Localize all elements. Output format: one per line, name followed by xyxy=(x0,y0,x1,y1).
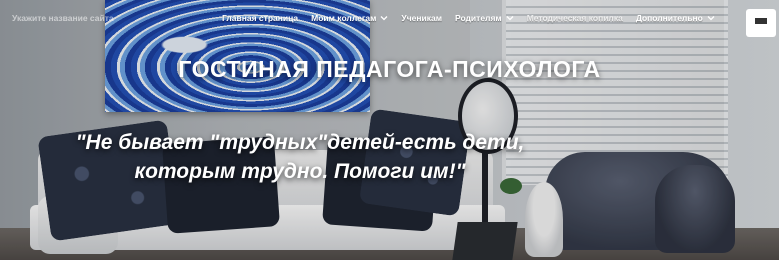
menu-item-additional[interactable]: Дополнительно xyxy=(636,13,715,23)
main-menu: Главная страница Моим коллегам Ученикам … xyxy=(222,13,728,23)
chevron-down-icon xyxy=(506,14,514,22)
menu-item-colleagues[interactable]: Моим коллегам xyxy=(311,13,388,23)
menu-toggle-button[interactable] xyxy=(746,9,776,37)
hero-banner: Укажите название сайта Главная страница … xyxy=(0,0,779,260)
chevron-down-icon xyxy=(380,14,388,22)
menu-item-home[interactable]: Главная страница xyxy=(222,13,298,23)
top-navigation: Укажите название сайта Главная страница … xyxy=(0,0,779,40)
menu-item-students[interactable]: Ученикам xyxy=(401,13,442,23)
quote-line: "Не бывает "трудных"детей-есть дети, xyxy=(75,131,525,154)
chevron-down-icon xyxy=(707,14,715,22)
menu-item-parents[interactable]: Родителям xyxy=(455,13,514,23)
hero-quote: "Не бывает "трудных"детей-есть дети, кот… xyxy=(60,128,540,186)
site-name-link[interactable]: Укажите название сайта xyxy=(12,13,114,23)
menu-item-methodical[interactable]: Методическая копилка xyxy=(527,13,623,23)
page-title: ГОСТИНАЯ ПЕДАГОГА-ПСИХОЛОГА xyxy=(178,56,601,82)
quote-line: которым трудно. Помоги им!" xyxy=(134,160,466,183)
hamburger-icon xyxy=(755,18,767,28)
